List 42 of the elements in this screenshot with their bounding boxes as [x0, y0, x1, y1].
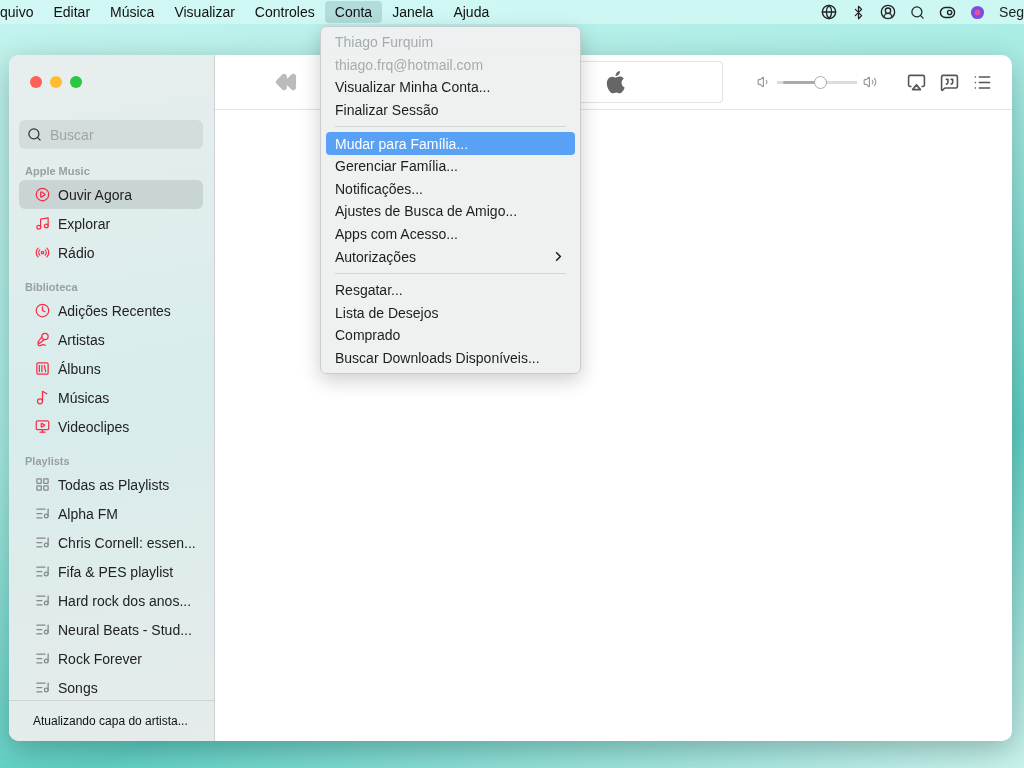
search-input[interactable]: Buscar	[48, 125, 192, 144]
sidebar-item[interactable]: Hard rock dos anos...	[19, 586, 203, 615]
sidebar-item[interactable]: Neural Beats - Stud...	[19, 615, 203, 644]
sidebar-item[interactable]: Videoclipes	[19, 412, 203, 441]
menu-item[interactable]: Finalizar Sessão	[326, 98, 575, 122]
sidebar-item[interactable]: Chris Cornell: essen...	[19, 528, 203, 557]
menu-item[interactable]: Lista de Desejos	[326, 301, 575, 325]
menu-item[interactable]: Apps com Acesso...	[326, 222, 575, 246]
menu-item[interactable]: Ajustes de Busca de Amigo...	[326, 200, 575, 223]
sidebar-item[interactable]: Songs	[19, 673, 203, 700]
menu-bar-clock[interactable]: Seg	[999, 4, 1024, 20]
menu-item[interactable]: Visualizar Minha Conta...	[326, 76, 575, 99]
menu-bar-item[interactable]: quivo	[0, 1, 44, 23]
menu-item[interactable]: Buscar Downloads Disponíveis...	[326, 346, 575, 370]
menu-item[interactable]: Comprado	[326, 324, 575, 347]
menu-bar-item[interactable]: Música	[100, 1, 165, 23]
menu-item[interactable]: Resgatar...	[326, 278, 575, 302]
menu-item[interactable]: Notificações...	[326, 177, 575, 201]
sidebar-item[interactable]: Alpha FM	[19, 499, 203, 528]
menu-bar-item[interactable]: Visualizar	[164, 1, 245, 23]
menu-bar-item[interactable]: Controles	[244, 1, 325, 23]
sidebar-item[interactable]: Todas as Playlists	[19, 470, 203, 499]
menu-bar-item[interactable]: Ajuda	[443, 1, 500, 23]
section-title: Playlists	[24, 454, 71, 469]
sidebar-item[interactable]: Álbuns	[19, 354, 203, 383]
sidebar-item[interactable]: Rádio	[19, 238, 203, 267]
menu-item[interactable]: Autorizações	[326, 245, 575, 268]
section-title: Biblioteca	[24, 280, 79, 295]
sidebar-item[interactable]: Ouvir Agora	[19, 180, 203, 209]
menu-item[interactable]: Gerenciar Família...	[326, 154, 575, 178]
menu-bar-item[interactable]: Conta	[324, 1, 383, 23]
sidebar-item[interactable]: Músicas	[19, 383, 203, 412]
section-title: Apple Music	[24, 164, 91, 179]
search-field[interactable]: Buscar	[19, 120, 203, 149]
status-text: Atualizando capa do artista...	[9, 700, 214, 741]
sidebar-item[interactable]: Fifa & PES playlist	[19, 557, 203, 586]
sidebar-item[interactable]: Rock Forever	[19, 644, 203, 673]
menu-bar-item[interactable]: Editar	[43, 1, 101, 23]
sidebar-item[interactable]: Explorar	[19, 209, 203, 238]
sidebar-item[interactable]: Adições Recentes	[19, 296, 203, 325]
menu-bar-item[interactable]: Janela	[382, 1, 444, 23]
sidebar-item[interactable]: Artistas	[19, 325, 203, 354]
